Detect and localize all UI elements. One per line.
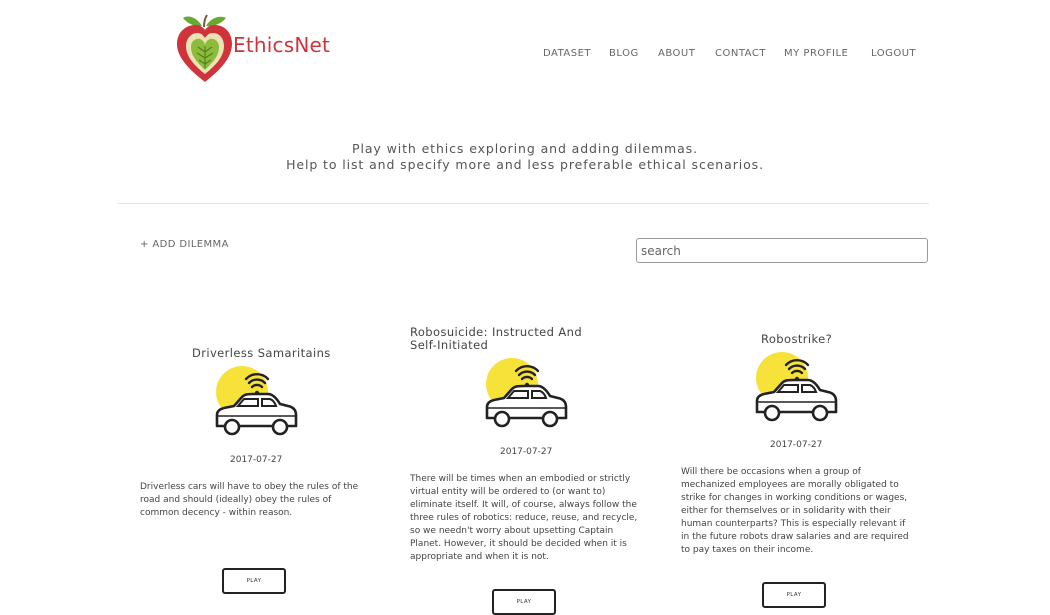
play-button[interactable]: PLAY [492,589,556,615]
card-date: 2017-07-27 [770,440,823,450]
wifi-car-icon [485,358,568,428]
play-button[interactable]: PLAY [762,582,826,608]
card-description: Driverless cars will have to obey the ru… [140,482,359,518]
card-date: 2017-07-27 [230,455,283,465]
nav-item-dataset[interactable]: DATASET [543,48,591,59]
nav-item-contact[interactable]: CONTACT [715,48,766,59]
wifi-car-icon [755,352,838,422]
card-description: There will be times when an embodied or … [410,474,638,562]
nav-item-logout[interactable]: LOGOUT [871,48,916,59]
section-divider [118,203,929,204]
card-description: Will there be occasions when a group of … [681,467,909,555]
card-title[interactable]: Robostrike? [761,333,841,346]
main-nav: DATASET BLOG ABOUT CONTACT MY PROFILE LO… [0,48,1050,62]
wifi-car-icon [215,366,298,436]
tagline-line-2: Help to list and specify more and less p… [286,157,764,172]
nav-item-blog[interactable]: BLOG [609,48,639,59]
tagline-line-1: Play with ethics exploring and adding di… [352,141,698,156]
play-button[interactable]: PLAY [222,568,286,594]
card-date: 2017-07-27 [500,447,553,457]
tagline: Play with ethics exploring and adding di… [0,141,1050,173]
nav-item-about[interactable]: ABOUT [658,48,695,59]
nav-item-my-profile[interactable]: MY PROFILE [784,48,848,59]
card-title[interactable]: Driverless Samaritains [192,347,332,360]
card-title[interactable]: Robosuicide: Instructed And Self-Initiat… [410,326,610,352]
add-dilemma-link[interactable]: + ADD DILEMMA [140,239,229,250]
search-input[interactable] [636,238,928,263]
